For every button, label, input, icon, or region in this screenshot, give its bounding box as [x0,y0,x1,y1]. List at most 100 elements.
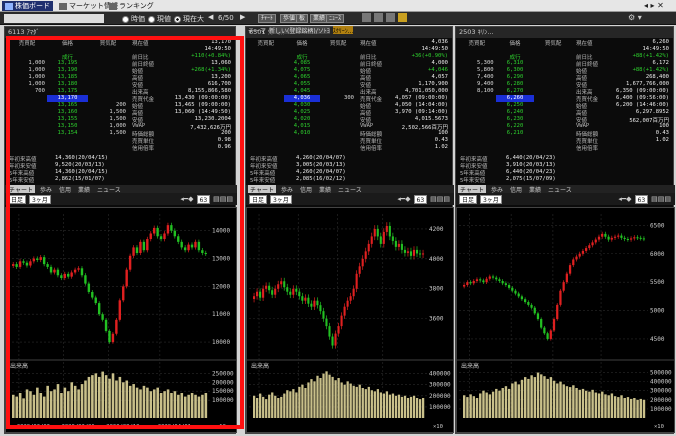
order-book-row[interactable]: 13,165 200 [7,102,128,109]
sell-qty [458,46,496,53]
buy-qty [320,53,356,60]
layout-icons[interactable] [362,13,442,23]
period-select[interactable]: 日足 [249,194,268,204]
order-book-row[interactable]: 1,000 13,180 [7,81,128,88]
order-book-row[interactable]: 成行 [458,53,572,61]
order-book-row[interactable]: 6,230 [458,116,572,123]
order-book-row[interactable]: 1,000 13,195 [7,60,128,67]
range-select[interactable]: 3ヶ月 [270,194,292,204]
order-book-row[interactable]: 4,045 [248,88,356,95]
subtab-theme[interactable]: テーマ [248,26,266,35]
order-book-row[interactable]: 6,210 [458,130,572,137]
chart-tab[interactable]: 信用 [508,185,524,194]
window-controls[interactable]: ◂ ▸ ✕ [644,1,664,10]
quote-label: 信用倍率 [360,146,383,152]
volume-bar [142,385,146,418]
layout-2-icon[interactable] [374,13,383,22]
chart-tab[interactable]: ニュース [95,185,123,194]
zoom-slider-icon[interactable]: ◂━◆ [618,195,631,203]
order-book-row[interactable]: 1,000 13,185 [7,74,128,81]
range-select[interactable]: 3ヶ月 [480,194,502,204]
chart-tab[interactable]: ニュース [336,185,364,194]
order-book-row[interactable]: 13,155 1,500 [7,116,128,123]
order-book-row[interactable]: 1,000 13,190 [7,67,128,74]
order-book-row[interactable]: 4,010 [248,130,356,137]
chart-tab[interactable]: 歩み [489,185,505,194]
subtab-screen[interactable]: ｽｸﾘｰﾝ... [332,26,354,35]
chart-options-icon[interactable]: ▤▤▤ [213,195,233,203]
chart-tab[interactable]: 歩み [279,185,295,194]
order-book-row[interactable]: 7,400 6,290 [458,74,572,81]
order-book-row[interactable]: 4,036 300 [248,95,356,102]
radio-price[interactable]: 時価 [122,14,145,24]
zoom-slider-icon[interactable]: ◂━◆ [397,195,410,203]
order-book-row[interactable]: 700 13,175 [7,88,128,95]
order-book-row[interactable]: 5,300 6,310 [458,60,572,67]
order-book-row[interactable]: 4,020 [248,116,356,123]
zoom-value[interactable]: 63 [413,194,428,204]
order-book-row[interactable]: 6,260 [458,95,572,102]
period-select[interactable]: 日足 [8,194,27,204]
order-book-row[interactable]: 9,400 6,280 [458,81,572,88]
chart-tab[interactable]: チャート [248,185,276,194]
order-book-row[interactable]: 4,085 [248,60,356,67]
order-book-row[interactable]: 5,800 6,300 [458,67,572,74]
chart-tab[interactable]: 信用 [298,185,314,194]
order-book-row[interactable]: 4,055 [248,81,356,88]
zoom-value[interactable]: 63 [634,194,649,204]
zoom-slider-icon[interactable]: ◂━◆ [180,195,193,203]
chart-tab[interactable]: 歩み [38,185,54,194]
order-book-row[interactable]: 4,025 [248,109,356,116]
chart-tab[interactable]: チャート [7,185,35,194]
radio-current-large[interactable]: 現在大 [174,14,204,24]
volume-bar [94,373,98,418]
order-book-row[interactable]: 成行 [248,53,356,61]
sell-qty [248,116,284,123]
order-book-row[interactable] [7,46,128,53]
chart-options-icon[interactable]: ▤▤▤ [430,195,450,203]
chart-tab[interactable]: チャート [458,185,486,194]
chart-tab[interactable]: 業績 [76,185,92,194]
subtab-watchlist[interactable]: 新しい(登録銘柄)/ソﾄﾖ [269,26,330,35]
orderbook-button[interactable]: 板 [296,14,309,23]
layout-4-icon[interactable] [398,13,407,22]
volume-bar [307,382,310,418]
order-book-row[interactable]: 4,030 [248,102,356,109]
layout-3-icon[interactable] [386,13,395,22]
chart-tab[interactable]: 業績 [317,185,333,194]
chart-tab[interactable]: 業績 [527,185,543,194]
chart-tab[interactable]: ニュース [546,185,574,194]
order-book-row[interactable] [248,46,356,53]
order-book-row[interactable]: 13,154 1,500 [7,130,128,137]
range-select[interactable]: 3ヶ月 [29,194,51,204]
range-value: 14,360(20/04/15) [55,169,108,175]
order-book-row[interactable]: 4,015 [248,123,356,130]
period-select[interactable]: 日足 [459,194,478,204]
order-book-row[interactable]: 6,240 [458,109,572,116]
chart-button[interactable]: ﾁｬｰﾄ [258,14,277,23]
tab-stock-board[interactable]: 株価ボード [2,1,53,11]
zoom-value[interactable]: 63 [196,194,211,204]
candle-body [337,326,340,334]
order-book-row[interactable] [458,46,572,53]
chart-tab[interactable]: 信用 [57,185,73,194]
quote-value: 4,701,050,000 [404,88,448,94]
settings-gear-icon[interactable]: ⚙ ▾ [628,13,642,22]
order-book-row[interactable]: 6,220 [458,123,572,130]
prev-page-icon[interactable]: ◀ [208,13,213,21]
order-book-row[interactable]: 成行 [7,53,128,61]
news-button[interactable]: ﾆｭｰｽ [326,14,345,23]
chart-options-icon[interactable]: ▤▤▤ [651,195,671,203]
layout-1-icon[interactable] [362,13,371,22]
radio-current[interactable]: 現値 [148,14,171,24]
order-book-row[interactable]: 4,065 [248,74,356,81]
order-book-row[interactable]: 6,250 [458,102,572,109]
search-input[interactable] [4,14,104,23]
order-book-row[interactable]: 13,150 1,000 [7,123,128,130]
next-page-icon[interactable]: ▶ [240,13,245,21]
order-book-row[interactable]: 13,160 1,500 [7,109,128,116]
order-book-row[interactable]: 4,075 [248,67,356,74]
tab-ranking[interactable]: ランキング [106,1,157,11]
order-book-row[interactable]: 13,170 [7,95,128,102]
order-book-row[interactable]: 8,100 6,270 [458,88,572,95]
